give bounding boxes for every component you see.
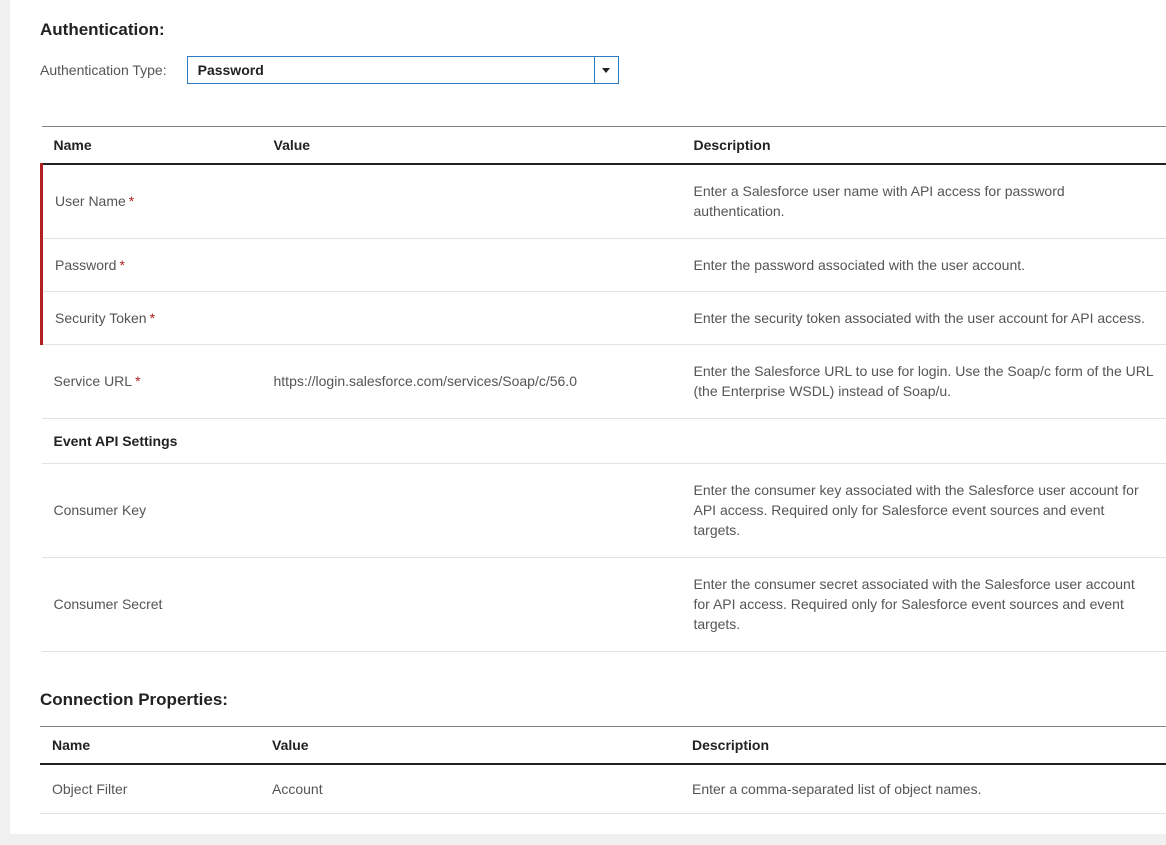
property-name-cell: Security Token* [42,291,262,344]
table-section-header: Event API Settings [42,418,1166,463]
col-name-header: Name [40,726,260,764]
property-name: Consumer Secret [54,596,163,612]
dropdown-arrow-icon [594,57,618,83]
property-name-cell: Service URL* [42,345,262,419]
property-name-cell: Object Filter [40,764,260,814]
required-asterisk-icon: * [119,257,124,273]
property-name-cell: Consumer Key [42,463,262,557]
property-description: Enter a comma-separated list of object n… [680,764,1166,814]
property-description: Enter the consumer key associated with t… [682,463,1166,557]
connection-properties-heading: Connection Properties: [40,690,1166,710]
table-row: User Name* Enter a Salesforce user name w… [42,164,1166,238]
property-name-cell: Password* [42,238,262,291]
property-name: Object Filter [52,781,127,797]
required-asterisk-icon: * [129,193,134,209]
table-row: Security Token* Enter the security token … [42,291,1166,344]
property-name-cell: Consumer Secret [42,557,262,651]
section-header-label: Event API Settings [42,418,1166,463]
col-description-header: Description [680,726,1166,764]
connection-properties-section: Connection Properties: Name Value Descri… [40,690,1166,814]
property-name: Password [55,257,116,273]
property-value-cell[interactable]: Account [260,764,680,814]
property-name: Security Token [55,310,147,326]
property-name: User Name [55,193,126,209]
table-row: Consumer Secret Enter the consumer secret… [42,557,1166,651]
property-name: Consumer Key [54,502,147,518]
property-value-cell[interactable] [262,238,682,291]
connection-properties-table: Name Value Description Object Filter Acco… [40,726,1166,814]
col-value-header: Value [260,726,680,764]
authentication-heading: Authentication: [40,20,1166,40]
authentication-type-select-wrapper: Password [187,56,619,84]
property-description: Enter the consumer secret associated wit… [682,557,1166,651]
table-row: Consumer Key Enter the consumer key assoc… [42,463,1166,557]
authentication-type-row: Authentication Type: Password [40,56,1166,84]
required-asterisk-icon: * [135,373,140,389]
property-value-cell[interactable] [262,291,682,344]
authentication-type-label: Authentication Type: [40,62,167,78]
property-value-cell[interactable]: https://login.salesforce.com/services/So… [262,345,682,419]
col-description-header: Description [682,127,1166,165]
property-description: Enter the Salesforce URL to use for logi… [682,345,1166,419]
property-name: Service URL [54,373,133,389]
table-row: Service URL*https://login.salesforce.com… [42,345,1166,419]
authentication-section: Authentication: Authentication Type: Pas… [40,20,1166,652]
table-row: Password* Enter the password associated w… [42,238,1166,291]
property-description: Enter the security token associated with… [682,291,1166,344]
property-value-cell[interactable] [262,463,682,557]
required-asterisk-icon: * [150,310,155,326]
property-value-cell[interactable] [262,557,682,651]
table-row: Object Filter AccountEnter a comma-separa… [40,764,1166,814]
authentication-type-selected: Password [188,62,594,78]
property-description: Enter the password associated with the u… [682,238,1166,291]
property-value-cell[interactable] [262,164,682,238]
col-name-header: Name [42,127,262,165]
col-value-header: Value [262,127,682,165]
property-name-cell: User Name* [42,164,262,238]
authentication-type-select[interactable]: Password [187,56,619,84]
authentication-properties-table: Name Value Description User Name*Enter a… [40,126,1166,652]
property-description: Enter a Salesforce user name with API ac… [682,164,1166,238]
